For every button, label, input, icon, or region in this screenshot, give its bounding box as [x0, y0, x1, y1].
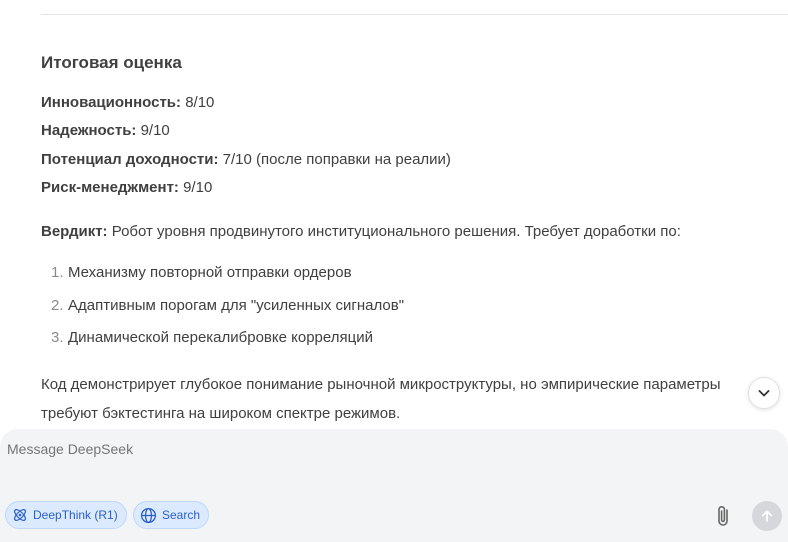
metric-label: Потенциал доходности:	[41, 151, 219, 168]
conclusion-paragraph: Код демонстрирует глубокое понимание рын…	[41, 370, 761, 428]
list-number: 3.	[51, 329, 64, 346]
list-number: 1.	[51, 264, 64, 281]
metric-label: Риск-менеджмент:	[41, 179, 179, 196]
deepthink-toggle[interactable]: DeepThink (R1)	[5, 501, 127, 529]
list-text: Адаптивным порогам для "усиленных сигнал…	[68, 297, 405, 314]
search-toggle[interactable]: Search	[133, 501, 210, 529]
verdict-label: Вердикт:	[41, 223, 108, 240]
arrow-up-icon	[761, 510, 773, 522]
message-divider	[41, 14, 788, 15]
conclusion-line: Код демонстрирует глубокое понимание рын…	[41, 376, 721, 393]
list-text: Механизму повторной отправки ордеров	[68, 264, 352, 281]
paperclip-icon	[718, 506, 728, 526]
metric-profit-potential: Потенциал доходности: 7/10 (после поправ…	[41, 149, 451, 171]
list-item: 2. Адаптивным порогам для "усиленных сигн…	[51, 295, 404, 317]
metric-value: 9/10	[178, 179, 213, 196]
message-input[interactable]	[7, 441, 707, 457]
globe-icon	[140, 507, 157, 523]
list-number: 2.	[51, 297, 64, 314]
list-item: 3. Динамической перекалибровке корреляций	[51, 327, 373, 349]
metric-risk-management: Риск-менеджмент: 9/10	[41, 177, 212, 199]
list-item: 1. Механизму повторной отправки ордеров	[51, 262, 352, 284]
metric-reliability: Надежность: 9/10	[41, 120, 170, 142]
metric-value: 9/10	[136, 122, 170, 139]
scroll-to-bottom-button[interactable]	[748, 377, 780, 409]
chevron-down-icon	[758, 390, 770, 397]
metric-label: Инновационность:	[41, 94, 182, 111]
send-button[interactable]	[752, 501, 782, 531]
search-label: Search	[162, 508, 201, 522]
conclusion-line: требуют бэктестинга на широком спектре р…	[41, 405, 401, 422]
deepthink-label: DeepThink (R1)	[33, 508, 118, 522]
metric-value: 8/10	[181, 94, 215, 111]
metric-innovation: Инновационность: 8/10	[41, 92, 214, 114]
message-composer: DeepThink (R1) Search	[0, 429, 788, 542]
atom-icon	[14, 509, 26, 521]
list-text: Динамической перекалибровке корреляций	[68, 329, 373, 346]
verdict-text: Робот уровня продвинутого институциональ…	[107, 223, 681, 240]
attach-file-button[interactable]	[712, 503, 736, 529]
metric-value: 7/10 (после поправки на реалии)	[218, 151, 451, 168]
verdict-paragraph: Вердикт: Робот уровня продвинутого инсти…	[41, 221, 681, 243]
metric-label: Надежность:	[41, 122, 137, 139]
section-heading: Итоговая оценка	[41, 53, 182, 72]
